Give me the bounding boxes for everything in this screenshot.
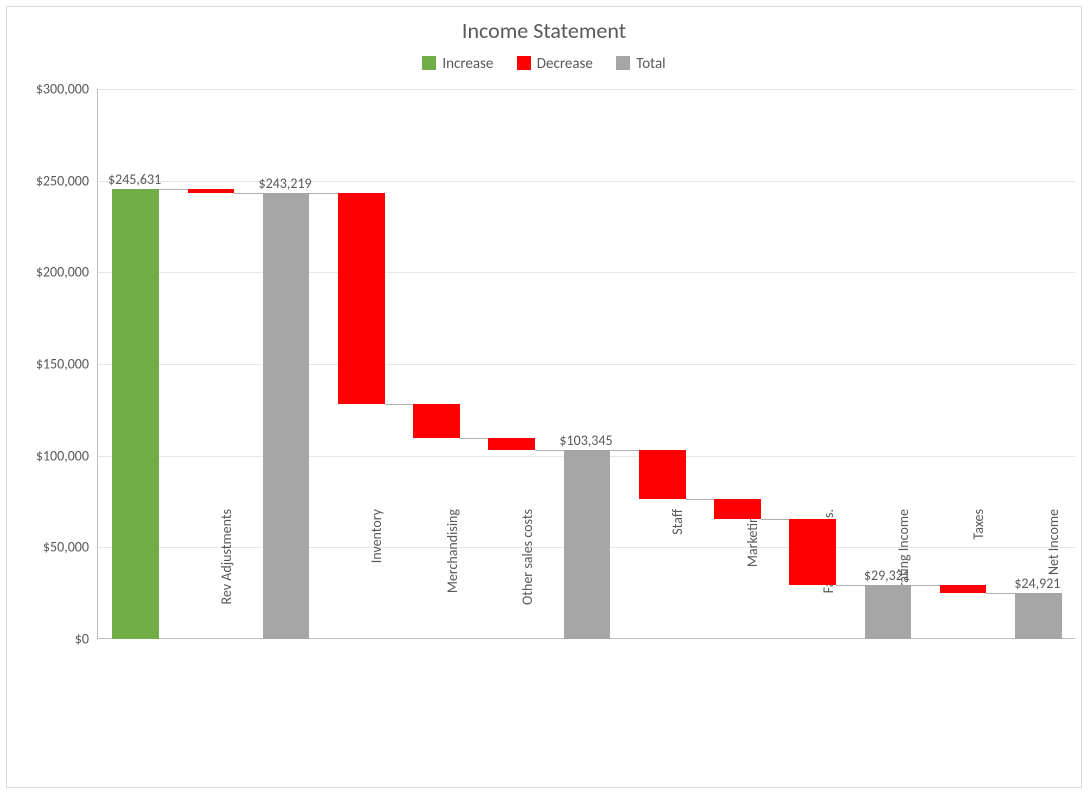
gridline <box>98 89 1075 90</box>
legend-label: Decrease <box>537 55 593 73</box>
legend-item-decrease: Decrease <box>517 55 593 73</box>
connector <box>535 450 564 451</box>
y-tick-label: $0 <box>9 631 89 648</box>
bar-taxes <box>940 585 987 593</box>
y-tick-label: $250,000 <box>9 172 89 189</box>
legend: Increase Decrease Total <box>7 55 1081 73</box>
data-label: $245,631 <box>108 171 161 188</box>
bar-rev-adjustments <box>188 189 235 193</box>
legend-swatch-decrease <box>517 56 531 70</box>
connector <box>234 193 263 194</box>
y-tick-label: $300,000 <box>9 81 89 98</box>
chart-frame: Income Statement Increase Decrease Total… <box>6 6 1082 788</box>
bar-gross-income <box>564 450 611 639</box>
bar-net-revenue <box>263 193 310 639</box>
x-tick-label: Inventory <box>368 509 385 649</box>
connector <box>836 585 865 586</box>
gridline <box>98 364 1075 365</box>
connector <box>309 193 338 194</box>
plot-area <box>97 89 1075 639</box>
x-tick-label: Marketing <box>744 509 761 649</box>
connector <box>159 189 188 190</box>
legend-swatch-total <box>616 56 630 70</box>
data-label: $243,219 <box>258 175 311 192</box>
legend-swatch-increase <box>422 56 436 70</box>
bar-merchandising <box>413 404 460 438</box>
legend-label: Increase <box>442 55 493 73</box>
y-tick-label: $150,000 <box>9 356 89 373</box>
data-label: $103,345 <box>559 432 612 449</box>
y-tick-label: $100,000 <box>9 447 89 464</box>
bar-net-income <box>1015 593 1062 639</box>
chart-title: Income Statement <box>7 17 1081 44</box>
bar-gross-revenue <box>112 189 159 639</box>
bar-facilities-ins- <box>789 519 836 585</box>
connector <box>610 450 639 451</box>
x-tick-label: Taxes <box>970 509 987 649</box>
connector <box>911 585 940 586</box>
bar-staff <box>639 450 686 499</box>
data-label: $29,321 <box>864 567 910 584</box>
data-label: $24,921 <box>1014 575 1060 592</box>
bar-marketing <box>714 499 761 520</box>
x-tick-label: Merchandising <box>444 509 461 649</box>
legend-label: Total <box>636 55 665 73</box>
gridline <box>98 272 1075 273</box>
bar-inventory <box>338 193 385 404</box>
connector <box>761 519 790 520</box>
connector <box>986 593 1015 594</box>
legend-item-increase: Increase <box>422 55 493 73</box>
connector <box>460 438 489 439</box>
connector <box>686 499 715 500</box>
x-tick-label: Staff <box>669 509 686 649</box>
connector <box>385 404 414 405</box>
x-tick-label: Rev Adjustments <box>218 509 235 649</box>
legend-item-total: Total <box>616 55 665 73</box>
y-tick-label: $200,000 <box>9 264 89 281</box>
bar-operating-income <box>865 585 912 639</box>
y-tick-label: $50,000 <box>9 539 89 556</box>
gridline <box>98 181 1075 182</box>
bar-other-sales-costs <box>488 438 535 449</box>
x-tick-label: Other sales costs <box>519 509 536 649</box>
